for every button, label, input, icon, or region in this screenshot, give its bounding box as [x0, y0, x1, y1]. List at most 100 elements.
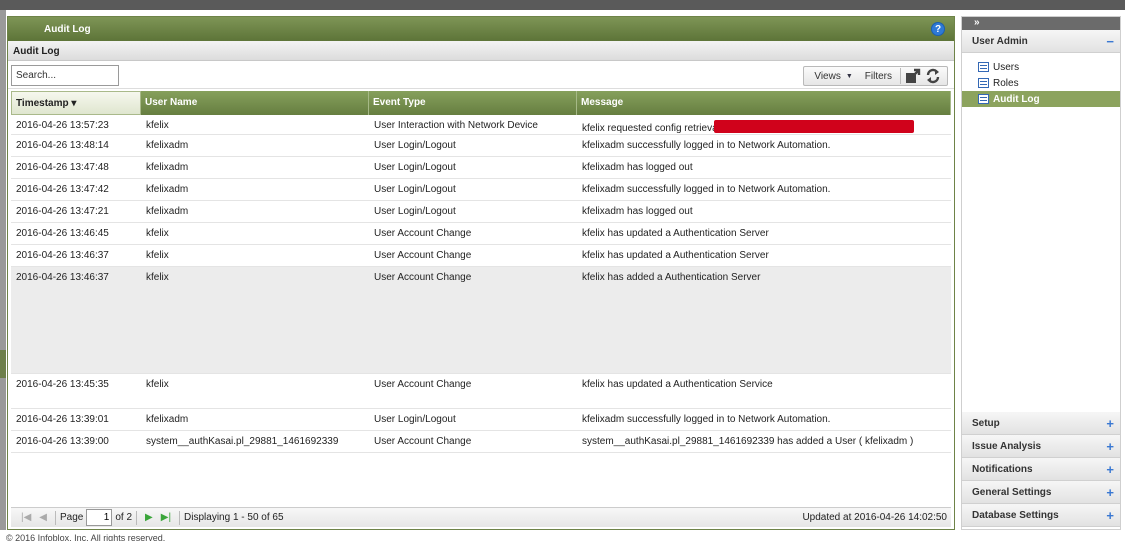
cell-message: kfelixadm successfully logged in to Netw… — [582, 184, 831, 195]
cell-message: kfelixadm has logged out — [582, 162, 693, 173]
table-row[interactable]: 2016-04-26 13:39:00 system__authKasai.pl_… — [11, 431, 951, 453]
cell-user-name: kfelix — [146, 250, 169, 261]
next-page-icon[interactable]: ▶ — [145, 512, 153, 523]
cell-user-name: kfelixadm — [146, 140, 189, 151]
nav-item-roles[interactable]: Roles — [962, 75, 1120, 91]
table-row[interactable]: 2016-04-26 13:57:23 kfelix User Interactio… — [11, 115, 951, 135]
cell-timestamp: 2016-04-26 13:39:01 — [16, 414, 109, 425]
cell-user-name: kfelixadm — [146, 162, 189, 173]
column-timestamp[interactable]: Timestamp ▾ — [11, 91, 141, 115]
cell-timestamp: 2016-04-26 13:47:48 — [16, 162, 109, 173]
nav-item-users[interactable]: Users — [962, 59, 1120, 75]
cell-message: kfelixadm has logged out — [582, 206, 693, 217]
cell-event-type: User Account Change — [374, 272, 472, 283]
table-row[interactable]: 2016-04-26 13:45:35 kfelix User Account Ch… — [11, 374, 951, 409]
cell-timestamp: 2016-04-26 13:45:35 — [16, 379, 109, 390]
cell-timestamp: 2016-04-26 13:46:45 — [16, 228, 109, 239]
cell-user-name: kfelix — [146, 272, 169, 283]
panel-titlebar: Audit Log ? — [8, 17, 954, 41]
cell-message: kfelix has updated a Authentication Serv… — [582, 250, 769, 261]
cell-user-name: kfelix — [146, 379, 169, 390]
accordion-general-settings[interactable]: General Settings + — [962, 481, 1120, 504]
panel-title: Audit Log — [44, 24, 91, 35]
table-row[interactable]: 2016-04-26 13:47:21 kfelixadm User Login/L… — [11, 201, 951, 223]
table-row[interactable]: 2016-04-26 13:47:48 kfelixadm User Login/L… — [11, 157, 951, 179]
table-row[interactable]: 2016-04-26 13:46:45 kfelix User Account Ch… — [11, 223, 951, 245]
sort-desc-icon: ▾ — [71, 98, 77, 109]
collapse-panel-icon[interactable]: » — [962, 17, 1120, 30]
cell-timestamp: 2016-04-26 13:57:23 — [16, 120, 109, 131]
redaction-mark — [713, 120, 914, 133]
table-row[interactable]: 2016-04-26 13:46:37 kfelix User Account Ch… — [11, 245, 951, 267]
column-user-name[interactable]: User Name — [141, 91, 369, 115]
accordion-setup[interactable]: Setup + — [962, 412, 1120, 435]
table-row[interactable]: 2016-04-26 13:46:37 kfelix User Account Ch… — [11, 267, 951, 374]
page-number-input[interactable] — [86, 509, 113, 526]
refresh-icon[interactable] — [925, 68, 941, 84]
side-panel: » User Admin − Users Roles Audit Log Set… — [961, 16, 1121, 530]
cell-event-type: User Account Change — [374, 436, 472, 447]
left-edge — [0, 10, 6, 530]
top-bar — [0, 0, 1125, 10]
help-icon[interactable]: ? — [931, 22, 945, 36]
column-event-type[interactable]: Event Type — [369, 91, 577, 115]
list-icon — [978, 62, 989, 72]
prev-page-icon[interactable]: ◀ — [39, 512, 47, 523]
plus-icon: + — [1106, 508, 1114, 523]
search-input[interactable] — [11, 65, 119, 86]
cell-user-name: kfelixadm — [146, 414, 189, 425]
cell-message: system__authKasai.pl_29881_1461692339 ha… — [582, 436, 914, 447]
cell-user-name: kfelixadm — [146, 184, 189, 195]
accordion-user-admin[interactable]: User Admin − — [962, 30, 1120, 53]
cell-event-type: User Account Change — [374, 250, 472, 261]
grid-toolbar: Views▼ Filters — [8, 61, 954, 89]
cell-timestamp: 2016-04-26 13:47:21 — [16, 206, 109, 217]
cell-event-type: User Login/Logout — [374, 414, 456, 425]
cell-user-name: system__authKasai.pl_29881_1461692339 — [146, 436, 339, 447]
updated-timestamp: Updated at 2016-04-26 14:02:50 — [802, 512, 947, 523]
cell-message: kfelix has added a Authentication Server — [582, 272, 761, 283]
plus-icon: + — [1106, 485, 1114, 500]
cell-timestamp: 2016-04-26 13:46:37 — [16, 250, 109, 261]
minus-icon: − — [1106, 34, 1114, 49]
audit-log-panel: Audit Log ? Audit Log Views▼ Filters Tim… — [7, 16, 955, 530]
plus-icon: + — [1106, 416, 1114, 431]
cell-user-name: kfelix — [146, 120, 169, 131]
nav-item-audit-log[interactable]: Audit Log — [962, 91, 1120, 107]
table-row[interactable]: 2016-04-26 13:47:42 kfelixadm User Login/L… — [11, 179, 951, 201]
column-message[interactable]: Message — [577, 91, 951, 115]
dropdown-arrow-icon: ▼ — [845, 72, 853, 80]
views-button[interactable]: Views ▼ — [808, 71, 858, 82]
toolbar-buttons: Views ▼ Filters — [803, 66, 948, 86]
cell-message: kfelixadm successfully logged in to Netw… — [582, 414, 831, 425]
pager-bar: |◀ ◀ Page of 2 ▶ ▶| Displaying 1 - 50 of… — [11, 507, 951, 527]
cell-event-type: User Login/Logout — [374, 140, 456, 151]
page-count: of 2 — [115, 512, 133, 523]
plus-icon: + — [1106, 462, 1114, 477]
table-row[interactable]: 2016-04-26 13:48:14 kfelixadm User Login/L… — [11, 135, 951, 157]
cell-timestamp: 2016-04-26 13:39:00 — [16, 436, 109, 447]
grid-title: Audit Log — [8, 41, 954, 61]
accordion-database-settings[interactable]: Database Settings + — [962, 504, 1120, 527]
first-page-icon[interactable]: |◀ — [21, 512, 31, 523]
cell-user-name: kfelix — [146, 228, 169, 239]
cell-event-type: User Account Change — [374, 228, 472, 239]
cell-event-type: User Account Change — [374, 379, 472, 390]
last-page-icon[interactable]: ▶| — [161, 512, 171, 523]
list-icon — [978, 78, 989, 88]
bottom-accordions: Setup + Issue Analysis + Notifications + Ge… — [962, 412, 1120, 527]
page-label: Page — [60, 512, 84, 523]
displaying-text: Displaying 1 - 50 of 65 — [184, 512, 284, 523]
export-icon[interactable] — [905, 68, 921, 84]
grid-header: Timestamp ▾ User Name Event Type Message — [11, 91, 951, 115]
accordion-notifications[interactable]: Notifications + — [962, 458, 1120, 481]
cell-timestamp: 2016-04-26 13:48:14 — [16, 140, 109, 151]
filters-button[interactable]: Filters — [859, 71, 898, 82]
table-row[interactable]: 2016-04-26 13:39:01 kfelixadm User Login/L… — [11, 409, 951, 431]
copyright: © 2016 Infoblox, Inc. All rights reserve… — [6, 533, 166, 541]
cell-event-type: User Login/Logout — [374, 162, 456, 173]
grid-body: 2016-04-26 13:57:23 kfelix User Interactio… — [11, 115, 951, 453]
cell-message: kfelix requested config retrieval — [577, 115, 951, 134]
accordion-issue-analysis[interactable]: Issue Analysis + — [962, 435, 1120, 458]
cell-timestamp: 2016-04-26 13:47:42 — [16, 184, 109, 195]
